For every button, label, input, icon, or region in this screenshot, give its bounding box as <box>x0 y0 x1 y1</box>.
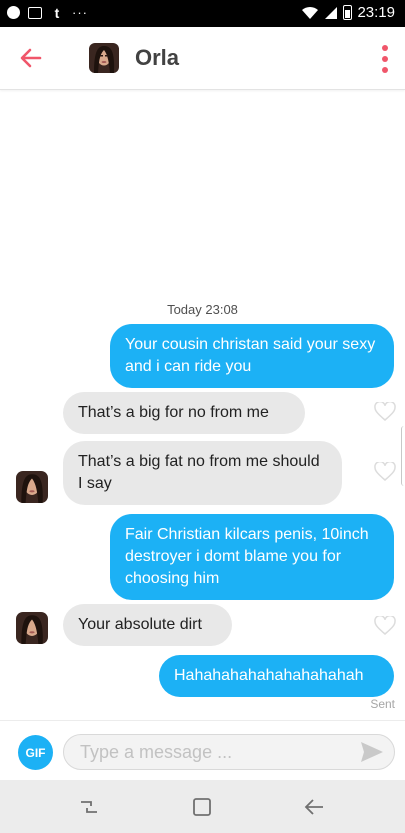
sent-status: Sent <box>370 697 395 711</box>
conversation-header: Orla <box>0 27 405 90</box>
wifi-icon <box>301 6 319 20</box>
back-arrow-icon[interactable] <box>18 45 44 71</box>
message-bubble-incoming[interactable]: Your absolute dirt <box>63 604 232 646</box>
gif-button[interactable]: GIF <box>18 735 53 770</box>
status-time: 23:19 <box>357 4 395 21</box>
battery-icon <box>343 5 353 20</box>
more-options-icon[interactable] <box>381 45 389 73</box>
message-bubble-incoming[interactable]: That’s a big fat no from me should I say <box>63 441 342 505</box>
contact-avatar-small[interactable] <box>16 612 48 644</box>
like-heart-icon[interactable] <box>374 616 396 636</box>
signal-icon <box>324 6 338 20</box>
tumblr-icon: t <box>54 4 60 21</box>
message-composer: GIF <box>0 720 405 780</box>
gallery-icon <box>28 6 42 20</box>
contact-avatar[interactable] <box>89 43 119 73</box>
status-bar: t ··· 23:19 <box>0 0 405 27</box>
chat-area[interactable]: Today 23:08 Your cousin christan said yo… <box>0 90 405 720</box>
like-heart-icon[interactable] <box>374 402 396 422</box>
system-navigation-bar <box>0 780 405 833</box>
message-input[interactable] <box>80 735 350 769</box>
recent-apps-icon[interactable] <box>76 794 102 820</box>
contact-avatar-small[interactable] <box>16 471 48 503</box>
back-icon[interactable] <box>301 794 327 820</box>
home-icon[interactable] <box>189 794 215 820</box>
scroll-indicator <box>401 426 405 486</box>
send-icon[interactable] <box>360 741 384 763</box>
message-bubble-outgoing[interactable]: Hahahahahahahahahahah <box>159 655 394 697</box>
message-bubble-incoming[interactable]: That’s a big for no from me <box>63 392 305 434</box>
message-bubble-outgoing[interactable]: Your cousin christan said your sexy and … <box>110 324 394 388</box>
contact-name[interactable]: Orla <box>135 45 179 71</box>
more-dots-icon: ··· <box>72 5 88 20</box>
message-input-container <box>63 734 395 770</box>
messenger-icon <box>6 6 20 20</box>
message-bubble-outgoing[interactable]: Fair Christian kilcars penis, 10inch des… <box>110 514 394 600</box>
like-heart-icon[interactable] <box>374 462 396 482</box>
conversation-timestamp: Today 23:08 <box>167 302 238 317</box>
